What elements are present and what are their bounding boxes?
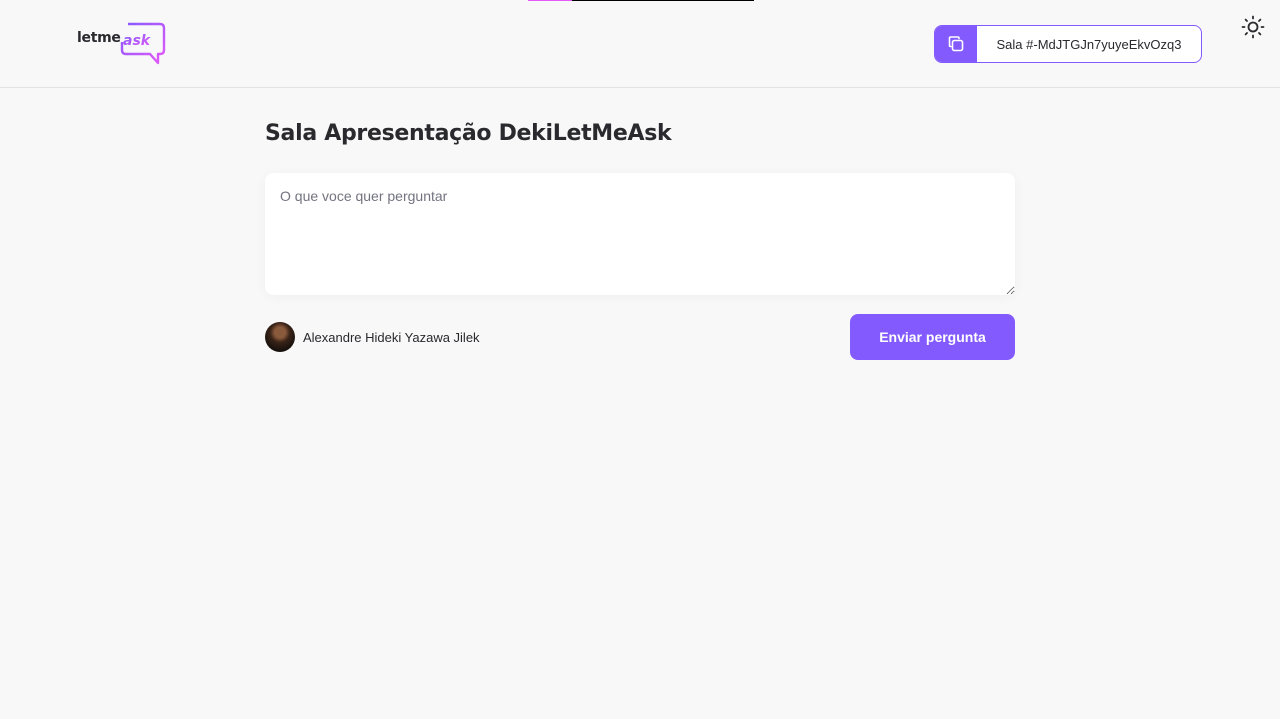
room-title: Sala Apresentação DekiLetMeAsk (265, 121, 672, 146)
room-code-label: Sala #-MdJTGJn7yuyeEkvOzq3 (996, 36, 1182, 52)
room-code-button[interactable]: Sala #-MdJTGJn7yuyeEkvOzq3 (934, 25, 1202, 63)
send-question-button[interactable]: Enviar pergunta (850, 314, 1015, 360)
app-header: letme ask Sala #-MdJTGJn7yuyeEkvOzq3 (0, 0, 1280, 88)
user-info: Alexandre Hideki Yazawa Jilek (265, 322, 480, 352)
question-input[interactable] (265, 173, 1015, 295)
theme-toggle-button[interactable] (1241, 15, 1265, 39)
avatar (265, 322, 295, 352)
logo-text-letme: letme (77, 30, 121, 46)
sun-icon (1241, 15, 1265, 39)
user-name: Alexandre Hideki Yazawa Jilek (303, 329, 480, 345)
logo-speech-bubble: ask (120, 22, 166, 65)
logo-text-ask: ask (123, 33, 152, 49)
letmeask-logo[interactable]: letme ask (77, 22, 167, 66)
copy-icon (935, 26, 977, 62)
